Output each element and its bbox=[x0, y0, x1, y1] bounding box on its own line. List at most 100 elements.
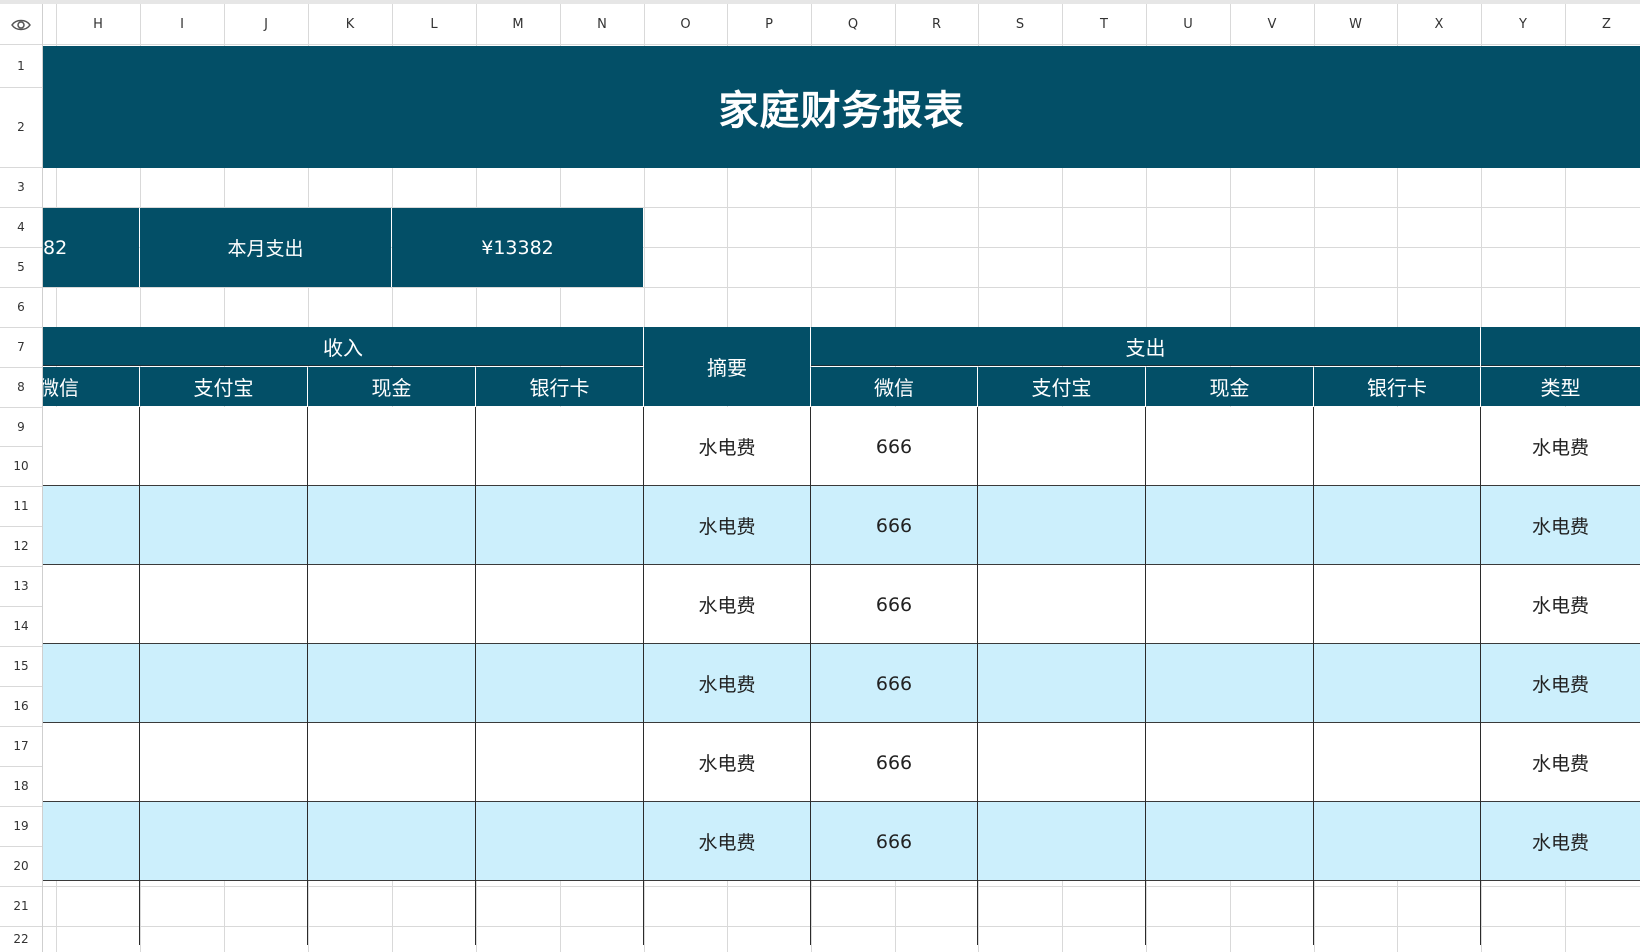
column-header-s[interactable]: S bbox=[978, 4, 1062, 44]
report-title-banner[interactable]: 家庭财务报表 bbox=[43, 46, 1640, 168]
row-header-15[interactable]: 15 bbox=[0, 646, 42, 686]
summary-cell[interactable]: 水电费 bbox=[644, 407, 810, 486]
type-cell[interactable]: 水电费 bbox=[1481, 407, 1640, 486]
table-cell-border bbox=[475, 407, 476, 486]
income-col-alipay[interactable]: 支付宝 bbox=[140, 367, 307, 406]
expense-wechat-cell[interactable]: 666 bbox=[811, 407, 977, 486]
type-cell[interactable]: 水电费 bbox=[1481, 644, 1640, 723]
row-header-5[interactable]: 5 bbox=[0, 247, 42, 287]
table-cell-border bbox=[307, 565, 308, 644]
expense-wechat-cell[interactable]: 666 bbox=[811, 644, 977, 723]
column-header-i[interactable]: I bbox=[140, 4, 224, 44]
column-header-v[interactable]: V bbox=[1230, 4, 1314, 44]
expense-wechat-cell[interactable]: 666 bbox=[811, 802, 977, 881]
type-column-label: 类型 bbox=[1540, 376, 1581, 400]
type-cell[interactable]: 水电费 bbox=[1481, 565, 1640, 644]
column-header-y[interactable]: Y bbox=[1481, 4, 1565, 44]
row-header-4[interactable]: 4 bbox=[0, 207, 42, 247]
column-header-o[interactable]: O bbox=[644, 4, 727, 44]
type-cell[interactable]: 水电费 bbox=[1481, 723, 1640, 802]
summary-column-header[interactable]: 摘要 bbox=[644, 327, 810, 406]
eye-icon[interactable] bbox=[10, 14, 32, 36]
income-col-wechat[interactable]: 微信 bbox=[43, 367, 139, 406]
row-header-21[interactable]: 21 bbox=[0, 886, 42, 926]
type-cell-text: 水电费 bbox=[1531, 674, 1589, 696]
row-header-16[interactable]: 16 bbox=[0, 686, 42, 726]
type-cell[interactable]: 水电费 bbox=[1481, 486, 1640, 565]
table-cell-border bbox=[643, 881, 644, 945]
column-header-p[interactable]: P bbox=[727, 4, 811, 44]
row-header-17[interactable]: 17 bbox=[0, 726, 42, 766]
expense-wechat-cell-text: 666 bbox=[875, 751, 913, 774]
expense-col-wechat[interactable]: 微信 bbox=[811, 367, 977, 406]
column-header-k[interactable]: K bbox=[308, 4, 392, 44]
type-cell[interactable]: 水电费 bbox=[1481, 802, 1640, 881]
row-header-7[interactable]: 7 bbox=[0, 327, 42, 367]
summary-cell[interactable]: 水电费 bbox=[644, 802, 810, 881]
row-header-20[interactable]: 20 bbox=[0, 846, 42, 886]
type-column-header[interactable]: 类型 bbox=[1481, 367, 1640, 406]
column-header-m[interactable]: M bbox=[476, 4, 560, 44]
row-header-12[interactable]: 12 bbox=[0, 526, 42, 566]
summary-cell[interactable]: 水电费 bbox=[644, 644, 810, 723]
table-cell-border bbox=[1145, 486, 1146, 565]
row-header-13[interactable]: 13 bbox=[0, 566, 42, 606]
expense-col-cash[interactable]: 现金 bbox=[1146, 367, 1313, 406]
row-header-19[interactable]: 19 bbox=[0, 806, 42, 846]
column-header-j[interactable]: J bbox=[224, 4, 308, 44]
table-cell-border bbox=[977, 881, 978, 945]
expense-wechat-cell[interactable]: 666 bbox=[811, 486, 977, 565]
row-header-6[interactable]: 6 bbox=[0, 287, 42, 327]
expense-col-bank[interactable]: 银行卡 bbox=[1314, 367, 1480, 406]
income-group-header[interactable]: 收入 bbox=[43, 327, 643, 366]
month-expense-value: ¥13382 bbox=[481, 236, 554, 259]
column-header-r[interactable]: R bbox=[895, 4, 978, 44]
month-expense-value-cell[interactable]: ¥13382 bbox=[392, 208, 643, 287]
row-header-3[interactable]: 3 bbox=[0, 167, 42, 207]
income-col-cash[interactable]: 现金 bbox=[308, 367, 475, 406]
type-group-header-top[interactable] bbox=[1481, 327, 1640, 366]
row-header-1[interactable]: 1 bbox=[0, 44, 42, 87]
expense-col-bank-label: 银行卡 bbox=[1367, 376, 1427, 400]
row-header-2[interactable]: 2 bbox=[0, 87, 42, 167]
summary-cell[interactable]: 水电费 bbox=[644, 486, 810, 565]
table-cell-border bbox=[139, 723, 140, 802]
prev-summary-value-cell[interactable]: 82 bbox=[43, 208, 139, 287]
expense-wechat-cell-text: 666 bbox=[875, 435, 913, 458]
row-header-14[interactable]: 14 bbox=[0, 606, 42, 646]
column-header-n[interactable]: N bbox=[560, 4, 644, 44]
summary-cell-text: 水电费 bbox=[698, 516, 756, 538]
column-header-x[interactable]: X bbox=[1397, 4, 1481, 44]
summary-cell-text: 水电费 bbox=[698, 595, 756, 617]
income-col-bank[interactable]: 银行卡 bbox=[476, 367, 643, 406]
row-header-18[interactable]: 18 bbox=[0, 766, 42, 806]
row-header-11[interactable]: 11 bbox=[0, 486, 42, 526]
expense-group-header[interactable]: 支出 bbox=[811, 327, 1480, 366]
table-cell-border bbox=[1313, 723, 1314, 802]
table-cell-border bbox=[977, 565, 978, 644]
summary-cell[interactable]: 水电费 bbox=[644, 723, 810, 802]
month-expense-label-cell[interactable]: 本月支出 bbox=[140, 208, 391, 287]
row-header-10[interactable]: 10 bbox=[0, 446, 42, 486]
summary-cell[interactable]: 水电费 bbox=[644, 565, 810, 644]
expense-wechat-cell[interactable]: 666 bbox=[811, 565, 977, 644]
column-header-z[interactable]: Z bbox=[1565, 4, 1640, 44]
column-header-h[interactable]: H bbox=[56, 4, 140, 44]
column-header-l[interactable]: L bbox=[392, 4, 476, 44]
column-header-t[interactable]: T bbox=[1062, 4, 1146, 44]
column-header-w[interactable]: W bbox=[1314, 4, 1397, 44]
expense-col-alipay[interactable]: 支付宝 bbox=[978, 367, 1145, 406]
table-cell-border bbox=[977, 407, 978, 486]
prev-summary-value: 82 bbox=[43, 236, 68, 259]
expense-wechat-cell-text: 666 bbox=[875, 672, 913, 695]
table-cell-border bbox=[1145, 407, 1146, 486]
row-header-8[interactable]: 8 bbox=[0, 367, 42, 407]
row-header-22[interactable]: 22 bbox=[0, 926, 42, 952]
expense-wechat-cell[interactable]: 666 bbox=[811, 723, 977, 802]
type-cell-text: 水电费 bbox=[1531, 516, 1589, 538]
column-header-u[interactable]: U bbox=[1146, 4, 1230, 44]
summary-cell-text: 水电费 bbox=[698, 437, 756, 459]
row-header-9[interactable]: 9 bbox=[0, 407, 42, 446]
column-header-q[interactable]: Q bbox=[811, 4, 895, 44]
table-cell-border bbox=[1145, 802, 1146, 881]
